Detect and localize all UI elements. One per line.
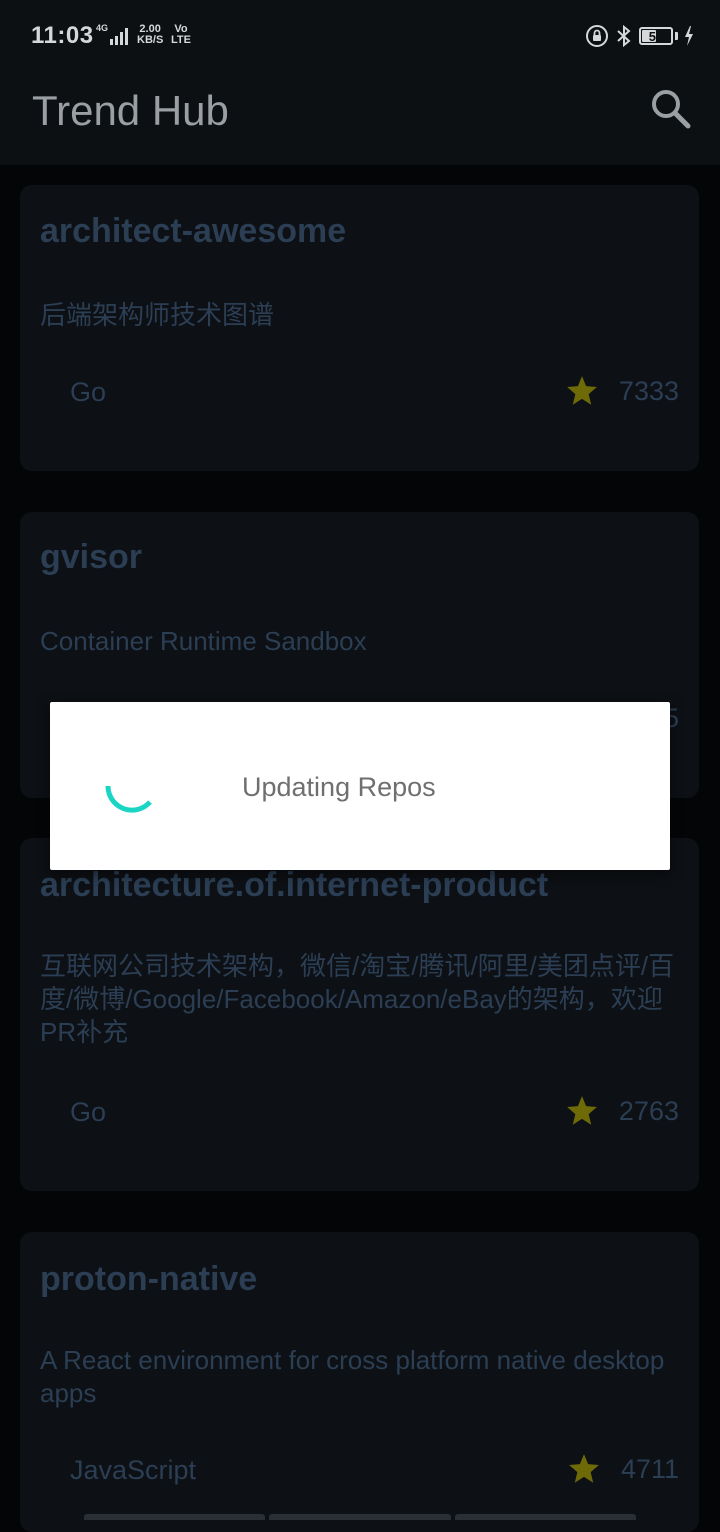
repo-description: 后端架构师技术图谱 bbox=[40, 300, 275, 330]
tab-edge bbox=[454, 1514, 636, 1520]
repo-name: architect-awesome bbox=[40, 212, 347, 250]
star-icon bbox=[567, 376, 597, 405]
star-count: 7333 bbox=[618, 375, 679, 406]
signal-icon bbox=[110, 28, 128, 45]
repo-description: A React environment for cross platform n… bbox=[40, 1345, 665, 1408]
lock-rotation-icon bbox=[586, 25, 608, 47]
repo-language: Go bbox=[70, 377, 107, 407]
repo-name: architecture.of.internet-product bbox=[40, 866, 549, 904]
app-bar: Trend Hub bbox=[0, 74, 720, 165]
repo-description: 互联网公司技术架构，微信/淘宝/腾讯/阿里/美团点评/百度/微博/Google/… bbox=[40, 951, 675, 1047]
network-speed: 2.00 KB/S bbox=[137, 24, 163, 46]
bottom-tab-edges bbox=[84, 1514, 636, 1520]
tab-edge bbox=[269, 1514, 451, 1520]
loading-spinner-icon bbox=[105, 785, 152, 813]
battery-icon: 51 bbox=[639, 27, 673, 45]
repo-stars: 4711 bbox=[567, 1452, 679, 1486]
repo-stars: 2763 bbox=[565, 1094, 679, 1128]
app-title: Trend Hub bbox=[32, 87, 229, 134]
tab-edge bbox=[84, 1514, 266, 1520]
star-count: 4711 bbox=[620, 1453, 679, 1484]
repo-name: gvisor bbox=[40, 538, 143, 576]
repo-language: JavaScript bbox=[70, 1455, 197, 1485]
star-count: 2763 bbox=[618, 1095, 679, 1126]
star-icon bbox=[567, 1096, 597, 1125]
repo-card-architect-awesome[interactable]: architect-awesome 后端架构师技术图谱 Go 7333 bbox=[20, 185, 699, 471]
star-icon bbox=[569, 1454, 599, 1483]
network-type: 4G bbox=[96, 23, 109, 33]
repo-description: Container Runtime Sandbox bbox=[40, 626, 367, 656]
repo-card-architecture-of-internet-product[interactable]: architecture.of.internet-product 互联网公司技术… bbox=[20, 838, 699, 1191]
search-button[interactable] bbox=[648, 86, 694, 132]
status-time: 11:03 bbox=[31, 22, 94, 49]
volte-indicator: Vo LTE bbox=[171, 24, 191, 46]
repo-stars: 7333 bbox=[565, 374, 679, 408]
repo-name: proton-native bbox=[40, 1260, 258, 1298]
search-icon bbox=[652, 90, 691, 129]
status-icons: 51 bbox=[585, 24, 694, 48]
battery-tip bbox=[675, 32, 678, 40]
repo-card-proton-native[interactable]: proton-native A React environment for cr… bbox=[20, 1232, 699, 1532]
speed-unit: KB/S bbox=[137, 34, 164, 46]
volte-bottom: LTE bbox=[171, 34, 191, 46]
dialog-message: Updating Repos bbox=[242, 772, 436, 802]
status-bar: 11:03 4G 2.00 KB/S Vo LTE 51 bbox=[0, 0, 720, 74]
bluetooth-icon bbox=[617, 24, 631, 48]
charging-icon bbox=[685, 26, 693, 46]
battery-level: 51 bbox=[648, 28, 664, 44]
repo-language: Go bbox=[70, 1097, 107, 1127]
progress-dialog: Updating Repos bbox=[50, 702, 670, 870]
